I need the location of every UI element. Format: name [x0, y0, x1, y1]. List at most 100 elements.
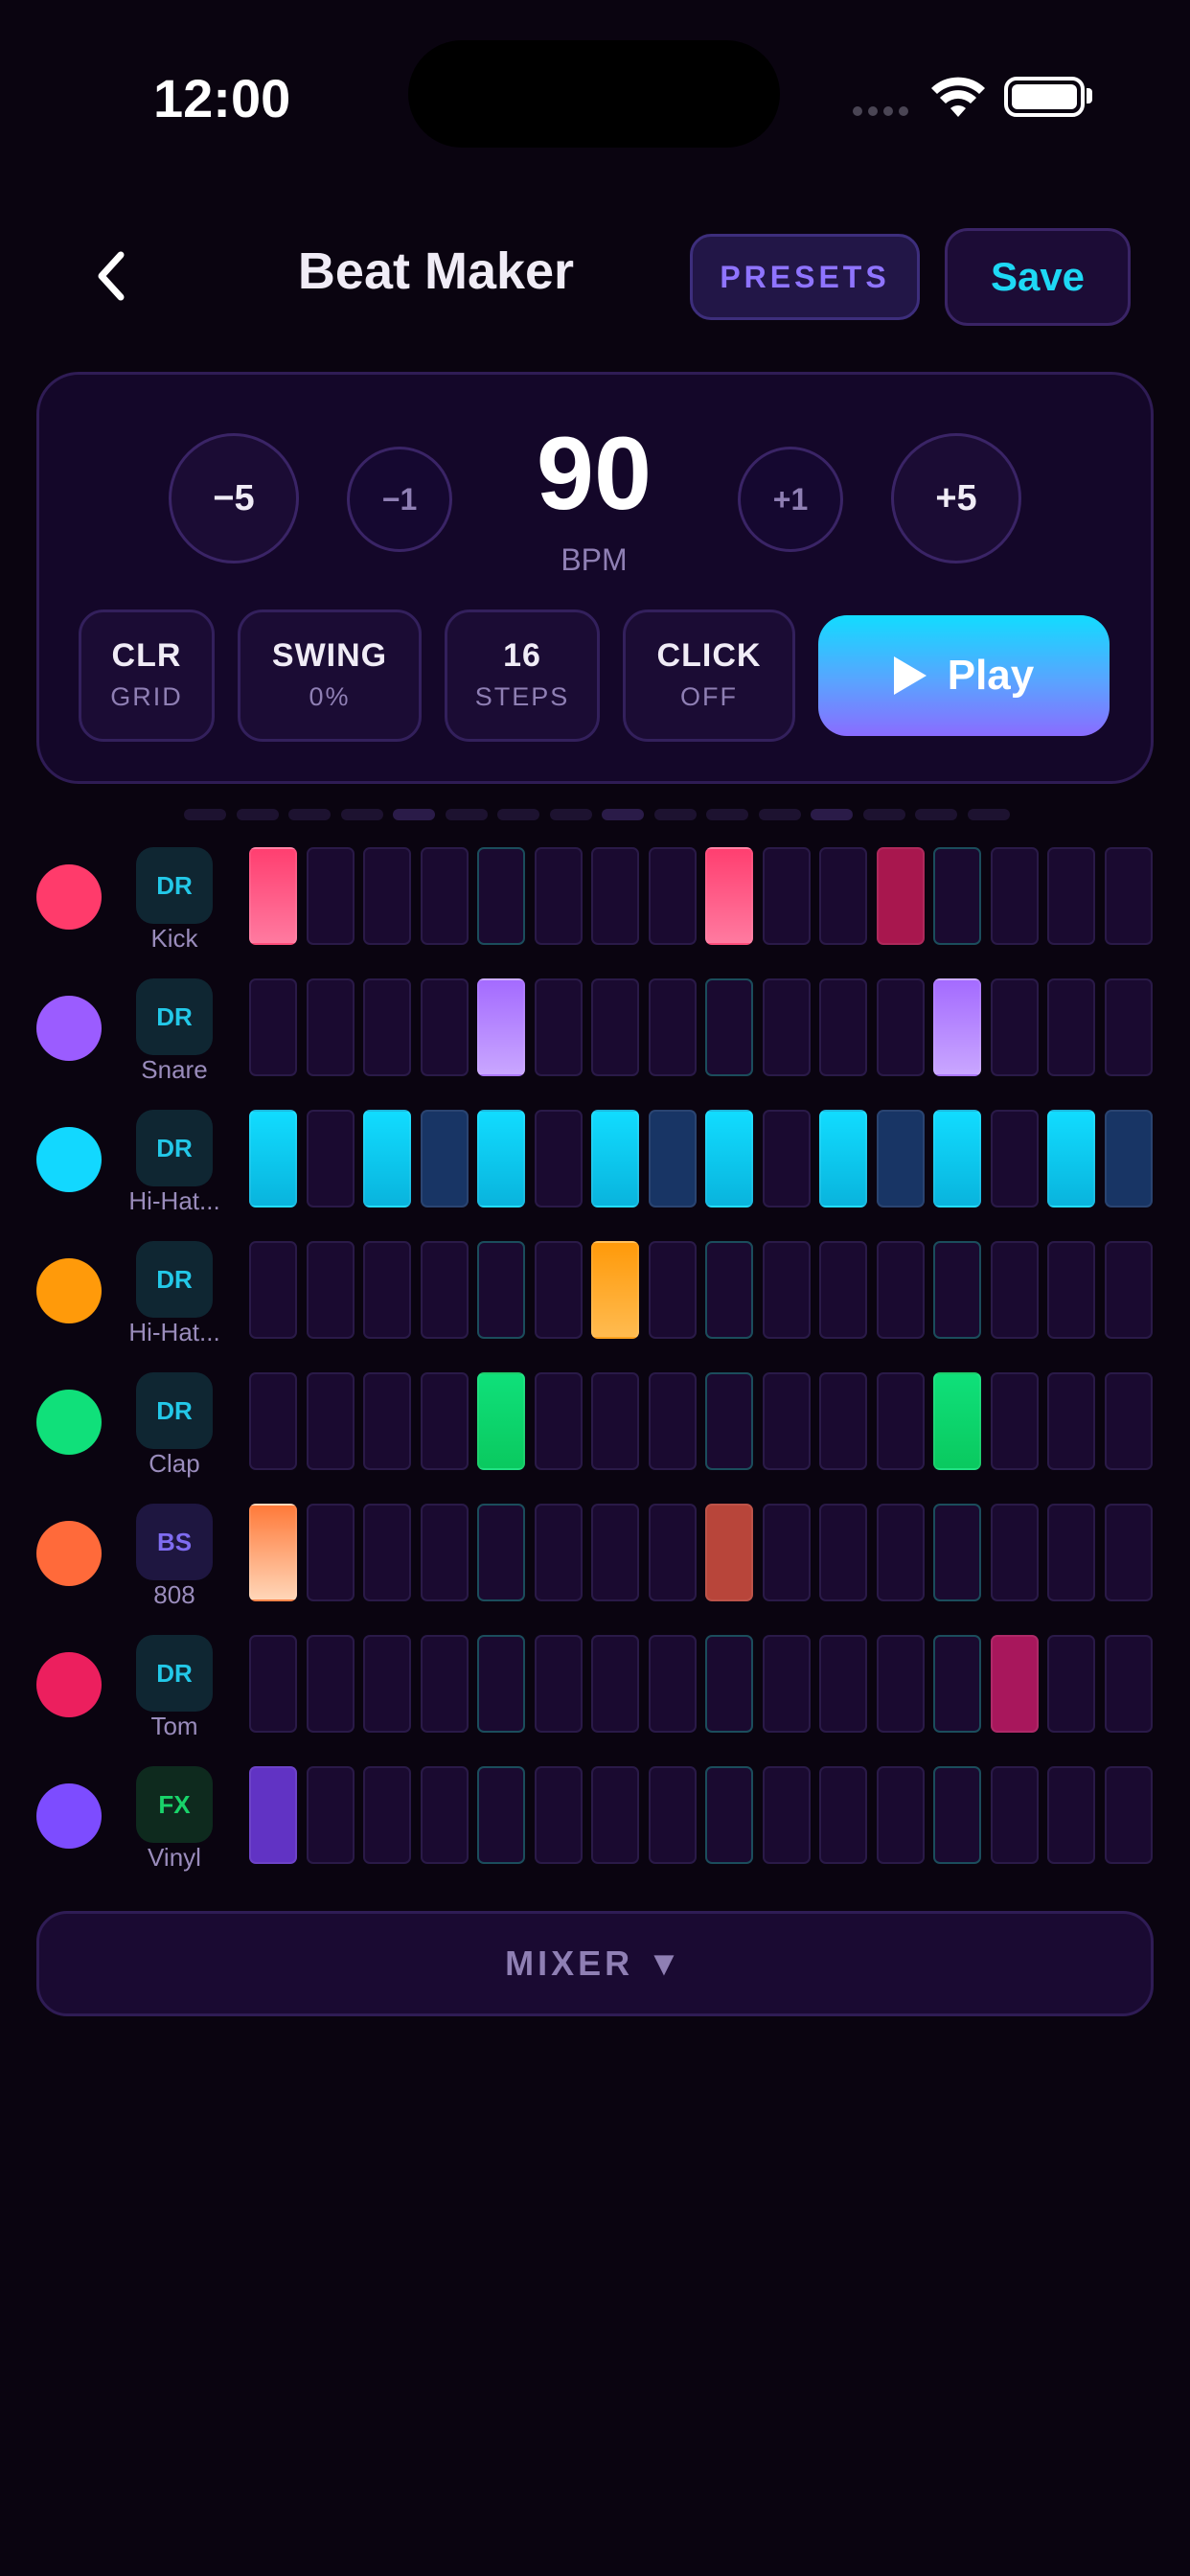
step-cell[interactable] — [762, 1635, 811, 1733]
step-cell[interactable] — [1104, 847, 1153, 945]
track-type-badge[interactable]: DR — [136, 1110, 213, 1186]
step-cell[interactable] — [591, 1110, 639, 1208]
step-cell[interactable] — [648, 1241, 697, 1339]
step-cell[interactable] — [534, 1504, 583, 1601]
step-cell[interactable] — [762, 978, 811, 1076]
step-cell[interactable] — [876, 1635, 925, 1733]
step-cell[interactable] — [933, 978, 981, 1076]
step-cell[interactable] — [648, 1110, 697, 1208]
step-cell[interactable] — [420, 1241, 469, 1339]
step-cell[interactable] — [477, 1504, 525, 1601]
step-cell[interactable] — [477, 1241, 525, 1339]
step-cell[interactable] — [990, 847, 1039, 945]
track-type-badge[interactable]: DR — [136, 1635, 213, 1712]
step-cell[interactable] — [648, 1372, 697, 1470]
step-cell[interactable] — [591, 1372, 639, 1470]
step-cell[interactable] — [591, 847, 639, 945]
step-cell[interactable] — [705, 847, 753, 945]
bpm-plus-5-button[interactable]: +5 — [891, 433, 1021, 564]
step-cell[interactable] — [1047, 1504, 1095, 1601]
step-cell[interactable] — [363, 1635, 411, 1733]
step-cell[interactable] — [876, 1766, 925, 1864]
step-cell[interactable] — [933, 1766, 981, 1864]
step-cell[interactable] — [363, 1110, 411, 1208]
step-cell[interactable] — [534, 1635, 583, 1733]
step-cell[interactable] — [477, 1372, 525, 1470]
track-type-badge[interactable]: DR — [136, 978, 213, 1055]
step-cell[interactable] — [990, 1241, 1039, 1339]
step-cell[interactable] — [876, 1241, 925, 1339]
step-cell[interactable] — [705, 1504, 753, 1601]
step-cell[interactable] — [363, 1241, 411, 1339]
step-cell[interactable] — [1104, 1766, 1153, 1864]
step-cell[interactable] — [591, 1241, 639, 1339]
step-cell[interactable] — [933, 1504, 981, 1601]
step-cell[interactable] — [990, 1504, 1039, 1601]
step-cell[interactable] — [1104, 978, 1153, 1076]
step-cell[interactable] — [990, 1372, 1039, 1470]
step-cell[interactable] — [591, 1766, 639, 1864]
step-cell[interactable] — [819, 1766, 867, 1864]
step-cell[interactable] — [249, 1766, 297, 1864]
step-cell[interactable] — [933, 1241, 981, 1339]
step-cell[interactable] — [249, 1241, 297, 1339]
step-cell[interactable] — [1104, 1241, 1153, 1339]
step-cell[interactable] — [591, 978, 639, 1076]
step-cell[interactable] — [1104, 1110, 1153, 1208]
step-cell[interactable] — [306, 1372, 355, 1470]
step-cell[interactable] — [705, 1372, 753, 1470]
step-cell[interactable] — [648, 1635, 697, 1733]
step-cell[interactable] — [591, 1504, 639, 1601]
step-cell[interactable] — [363, 847, 411, 945]
track-color-dot[interactable] — [36, 864, 102, 930]
track-color-dot[interactable] — [36, 1783, 102, 1849]
step-cell[interactable] — [534, 1241, 583, 1339]
mixer-toggle-button[interactable]: MIXER ▼ — [36, 1911, 1154, 2016]
step-cell[interactable] — [705, 1766, 753, 1864]
step-cell[interactable] — [933, 847, 981, 945]
step-cell[interactable] — [819, 847, 867, 945]
track-color-dot[interactable] — [36, 1127, 102, 1192]
step-cell[interactable] — [249, 1635, 297, 1733]
step-cell[interactable] — [306, 1110, 355, 1208]
step-cell[interactable] — [249, 1504, 297, 1601]
step-cell[interactable] — [477, 847, 525, 945]
step-cell[interactable] — [306, 1766, 355, 1864]
step-cell[interactable] — [762, 847, 811, 945]
step-cell[interactable] — [306, 978, 355, 1076]
step-cell[interactable] — [1104, 1635, 1153, 1733]
step-cell[interactable] — [420, 1372, 469, 1470]
bpm-plus-1-button[interactable]: +1 — [738, 447, 843, 552]
step-cell[interactable] — [876, 847, 925, 945]
step-cell[interactable] — [648, 978, 697, 1076]
track-type-badge[interactable]: FX — [136, 1766, 213, 1843]
track-color-dot[interactable] — [36, 1652, 102, 1717]
step-cell[interactable] — [1047, 847, 1095, 945]
step-cell[interactable] — [477, 1766, 525, 1864]
step-cell[interactable] — [534, 1372, 583, 1470]
step-cell[interactable] — [249, 978, 297, 1076]
click-button[interactable]: CLICK OFF — [623, 610, 795, 742]
presets-button[interactable]: PRESETS — [690, 234, 920, 320]
step-cell[interactable] — [648, 1504, 697, 1601]
step-cell[interactable] — [306, 1635, 355, 1733]
step-cell[interactable] — [249, 847, 297, 945]
step-cell[interactable] — [1047, 1110, 1095, 1208]
track-color-dot[interactable] — [36, 996, 102, 1061]
step-cell[interactable] — [648, 847, 697, 945]
step-cell[interactable] — [705, 978, 753, 1076]
bpm-minus-1-button[interactable]: −1 — [347, 447, 452, 552]
step-cell[interactable] — [876, 978, 925, 1076]
step-cell[interactable] — [420, 1766, 469, 1864]
step-cell[interactable] — [990, 1110, 1039, 1208]
step-cell[interactable] — [762, 1241, 811, 1339]
step-cell[interactable] — [933, 1110, 981, 1208]
track-color-dot[interactable] — [36, 1390, 102, 1455]
step-cell[interactable] — [819, 1635, 867, 1733]
step-cell[interactable] — [534, 1766, 583, 1864]
step-cell[interactable] — [477, 1110, 525, 1208]
step-cell[interactable] — [990, 978, 1039, 1076]
step-cell[interactable] — [1047, 1241, 1095, 1339]
step-cell[interactable] — [762, 1372, 811, 1470]
step-cell[interactable] — [876, 1110, 925, 1208]
